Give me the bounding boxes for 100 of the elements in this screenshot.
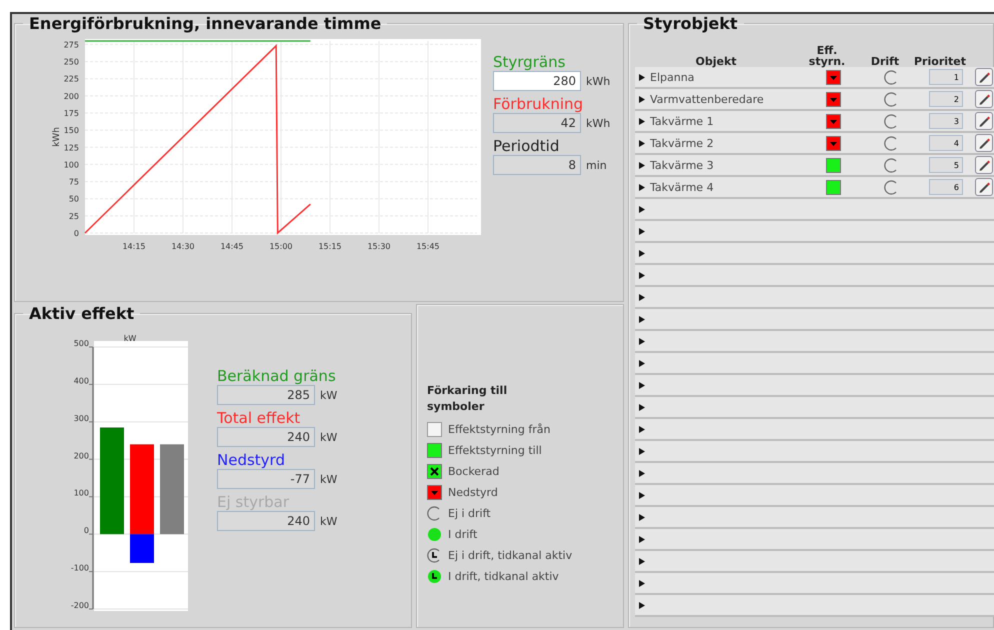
unit-label: kWh (586, 74, 610, 88)
object-name: Varmvattenberedare (650, 92, 764, 106)
tick-label: 0 (74, 229, 79, 238)
edit-button[interactable] (975, 112, 993, 130)
field-label: Beräknad gräns (217, 367, 337, 385)
tick-label: 25 (68, 212, 79, 221)
edit-button[interactable] (975, 156, 993, 174)
expand-arrow-icon[interactable] (638, 72, 646, 82)
tick-label: 125 (64, 143, 79, 152)
expand-arrow-icon[interactable] (638, 534, 646, 544)
tick-label: 200 (74, 451, 89, 460)
field-label: Nedstyrd (217, 451, 286, 469)
tick-label: 15:00 (269, 242, 293, 251)
expand-arrow-icon[interactable] (638, 270, 646, 280)
legend-label: I drift, tidkanal aktiv (448, 570, 559, 583)
expand-arrow-icon[interactable] (638, 314, 646, 324)
legend-label: Effektstyrning till (448, 444, 542, 457)
edit-button[interactable] (975, 90, 993, 108)
unit-label: kW (320, 472, 338, 486)
axis-label: kW (124, 334, 136, 343)
tick-label: 0 (84, 526, 89, 536)
edit-button[interactable] (975, 178, 993, 196)
panel-title: Styrobjekt (642, 14, 739, 33)
expand-arrow-icon[interactable] (638, 468, 646, 478)
pencil-icon (978, 181, 990, 193)
expand-arrow-icon[interactable] (638, 226, 646, 236)
legend-label: Bockerad (448, 465, 500, 478)
tick-label: 225 (64, 74, 79, 84)
expand-arrow-icon[interactable] (638, 402, 646, 412)
tick-label: 500 (74, 339, 89, 348)
value-field[interactable]: -77 (217, 469, 315, 489)
expand-arrow-icon[interactable] (638, 160, 646, 170)
priority-field[interactable]: 6 (929, 179, 963, 195)
unit-label: kW (320, 514, 338, 528)
field-label: Styrgräns (493, 53, 566, 71)
priority-field[interactable]: 4 (929, 135, 963, 151)
unit-label: kW (320, 388, 338, 402)
expand-arrow-icon[interactable] (638, 292, 646, 302)
expand-arrow-icon[interactable] (638, 380, 646, 390)
priority-field[interactable]: 2 (929, 91, 963, 107)
tick-label: 14:15 (122, 242, 146, 251)
tick-label: 200 (64, 92, 79, 101)
expand-arrow-icon[interactable] (638, 182, 646, 192)
legend-label: Ej i drift (448, 507, 491, 520)
unit-label: kWh (586, 116, 610, 130)
tick-label: 15:15 (318, 242, 342, 251)
object-name: Takvärme 2 (650, 136, 714, 150)
expand-arrow-icon[interactable] (638, 204, 646, 214)
expand-arrow-icon[interactable] (638, 556, 646, 566)
value-field[interactable]: 240 (217, 511, 315, 531)
expand-arrow-icon[interactable] (638, 94, 646, 104)
pencil-icon (978, 137, 990, 149)
column-header: Drift (870, 56, 900, 67)
pencil-icon (978, 159, 990, 171)
value-field[interactable]: 240 (217, 427, 315, 447)
legend-label: Effektstyrning från (448, 423, 550, 436)
column-header: Eff. styrn. (808, 45, 846, 67)
tick-label: 275 (64, 40, 79, 50)
legend-label: Nedstyrd (448, 486, 498, 499)
edit-button[interactable] (975, 134, 993, 152)
column-header: Objekt (695, 56, 737, 67)
tick-label: 100 (64, 160, 79, 170)
expand-arrow-icon[interactable] (638, 336, 646, 346)
tick-label: 400 (74, 376, 89, 386)
edit-button[interactable] (975, 68, 993, 86)
tick-label: 300 (74, 414, 89, 423)
expand-arrow-icon[interactable] (638, 600, 646, 610)
expand-arrow-icon[interactable] (638, 358, 646, 368)
priority-field[interactable]: 1 (929, 69, 963, 85)
expand-arrow-icon[interactable] (638, 248, 646, 258)
column-header: Prioritet (914, 56, 966, 67)
expand-arrow-icon[interactable] (638, 116, 646, 126)
object-name: Takvärme 1 (650, 114, 714, 128)
tick-label: 15:45 (416, 242, 440, 251)
object-name: Takvärme 3 (650, 158, 714, 172)
expand-arrow-icon[interactable] (638, 138, 646, 148)
value-field[interactable]: 280 (493, 71, 581, 91)
legend-label: I drift (448, 528, 478, 541)
priority-field[interactable]: 3 (929, 113, 963, 129)
axis-label: kWh (52, 127, 62, 147)
panel-title: Energiförbrukning, innevarande timme (28, 14, 382, 33)
pencil-icon (978, 115, 990, 127)
value-field[interactable]: 8 (493, 155, 581, 175)
value-field[interactable]: 42 (493, 113, 581, 133)
expand-arrow-icon[interactable] (638, 512, 646, 522)
object-name: Elpanna (650, 70, 694, 84)
object-name: Takvärme 4 (650, 180, 714, 194)
field-label: Total effekt (217, 409, 302, 427)
pencil-icon (978, 93, 990, 105)
tick-label: 75 (68, 178, 79, 187)
tick-label: -100 (70, 564, 89, 573)
expand-arrow-icon[interactable] (638, 578, 646, 588)
tick-label: 175 (64, 109, 79, 118)
tick-label: 250 (64, 58, 79, 67)
expand-arrow-icon[interactable] (638, 424, 646, 434)
unit-label: kW (320, 430, 338, 444)
expand-arrow-icon[interactable] (638, 446, 646, 456)
expand-arrow-icon[interactable] (638, 490, 646, 500)
priority-field[interactable]: 5 (929, 157, 963, 173)
value-field[interactable]: 285 (217, 385, 315, 405)
